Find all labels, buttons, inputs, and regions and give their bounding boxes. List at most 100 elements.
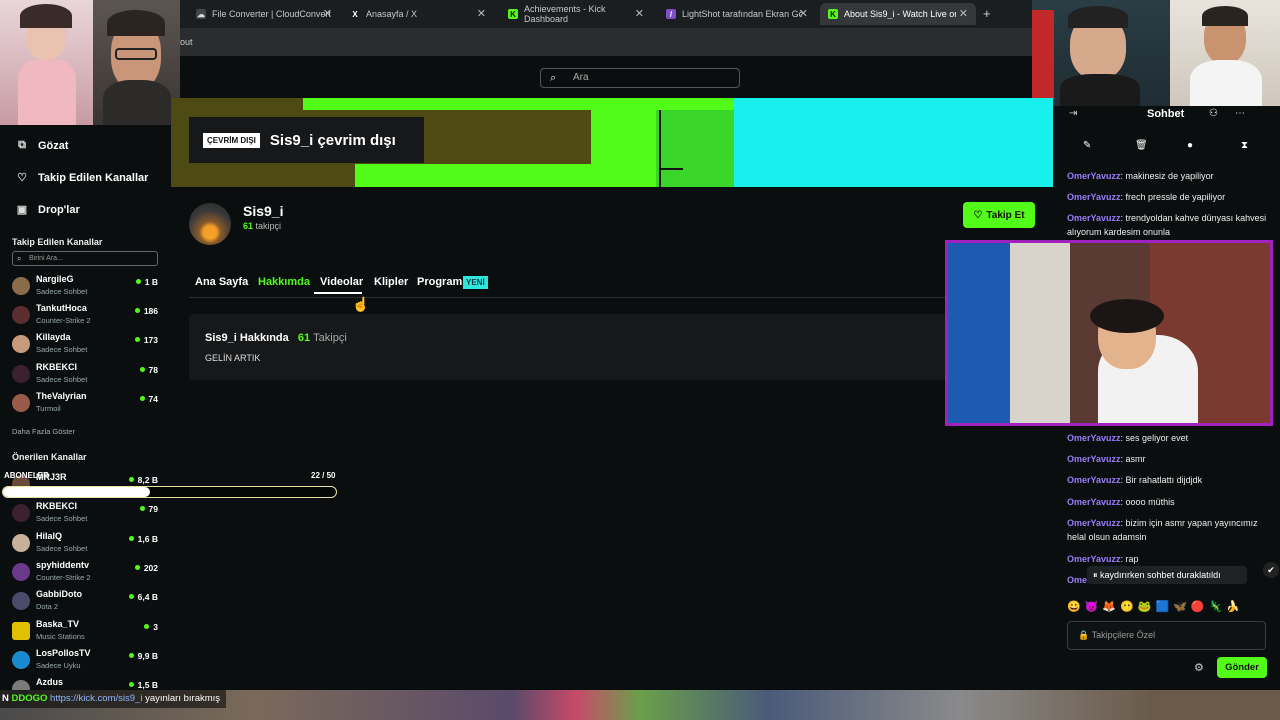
chat-message: OmerYavuzz: bizim için asmr yapan yayınc… bbox=[1067, 518, 1258, 542]
channel-name: Sis9_i bbox=[243, 203, 284, 219]
chat-input[interactable]: 🔒 Takipçilere Özel bbox=[1067, 621, 1266, 650]
ticker-link[interactable]: https://kick.com/sis9_i bbox=[50, 693, 142, 704]
viewer-count: 1,5 B bbox=[129, 680, 158, 690]
chat-input-placeholder: Takipçilere Özel bbox=[1091, 630, 1156, 640]
chat-username[interactable]: Ome bbox=[1067, 575, 1087, 585]
avatar bbox=[12, 563, 30, 581]
show-more-link[interactable]: Daha Fazla Göster bbox=[12, 427, 75, 436]
chat-text: ses geliyor evet bbox=[1125, 433, 1189, 443]
channel-item[interactable]: RKBEKCI Sadece Sohbet 79 bbox=[12, 500, 162, 528]
nav-label: Drop'lar bbox=[38, 203, 80, 216]
moderation-icon[interactable]: ✎ bbox=[1083, 140, 1091, 151]
channel-item[interactable]: TankutHoca Counter-Strike 2 186 bbox=[12, 302, 162, 330]
search-icon: ⌕ bbox=[550, 72, 557, 84]
chat-username[interactable]: OmerYavuzz bbox=[1067, 454, 1121, 464]
new-tab-button[interactable]: + bbox=[983, 6, 991, 21]
chat-username[interactable]: OmerYavuzz bbox=[1067, 213, 1121, 223]
sub-goal-label: ABONELER bbox=[4, 471, 49, 480]
chat-username[interactable]: OmerYavuzz bbox=[1067, 475, 1121, 485]
channel-category: Sadece Sohbet bbox=[36, 287, 88, 296]
recommended-heading: Önerilen Kanallar bbox=[12, 452, 87, 462]
channel-item[interactable]: spyhiddentv Counter-Strike 2 202 bbox=[12, 559, 162, 587]
channel-item[interactable]: Killayda Sadece Sohbet 173 bbox=[12, 331, 162, 359]
chat-message: OmerYavuzz: oooo müthis bbox=[1067, 497, 1175, 507]
trash-icon[interactable]: 🗑 bbox=[1135, 140, 1148, 151]
tab-about[interactable]: Hakkımda bbox=[258, 276, 310, 288]
chat-message: OmerYavuzz: Bir rahatlattı dijdjdk bbox=[1067, 475, 1203, 485]
tab-videos[interactable]: Videolar bbox=[320, 276, 363, 288]
tab-clips[interactable]: Klipler bbox=[374, 276, 408, 288]
nav-browse[interactable]: ⧉ Gözat bbox=[16, 139, 69, 152]
close-icon[interactable]: ✕ bbox=[323, 7, 332, 20]
channel-category: Dota 2 bbox=[36, 602, 59, 611]
about-text: GELİN ARTIK bbox=[205, 353, 261, 363]
webcam-4 bbox=[1170, 0, 1280, 108]
about-follower-label: Takipçi bbox=[313, 332, 347, 344]
nav-following[interactable]: ♡ Takip Edilen Kanallar bbox=[16, 171, 148, 185]
address-bar[interactable]: out bbox=[170, 28, 1032, 56]
viewer-count: 78 bbox=[140, 365, 158, 375]
channel-item[interactable]: Baska_TV Music Stations 3 bbox=[12, 618, 162, 646]
close-icon[interactable]: ✕ bbox=[959, 7, 968, 20]
settings-icon[interactable]: ⚙ bbox=[1194, 661, 1204, 674]
users-icon[interactable]: ⚇ bbox=[1209, 108, 1218, 119]
gift-icon: ▣ bbox=[16, 204, 28, 216]
chat-message: OmerYavuzz: makinesiz de yapiliyor bbox=[1067, 171, 1214, 181]
about-card: Sis9_i Hakkında 61 Takipçi GELİN ARTIK bbox=[189, 314, 949, 380]
channel-name: RKBEKCI bbox=[36, 501, 78, 511]
chat-username[interactable]: OmerYavuzz bbox=[1067, 554, 1121, 564]
follow-button[interactable]: ♡ Takip Et bbox=[963, 202, 1035, 228]
collapse-chat-icon[interactable]: ⇥ bbox=[1069, 108, 1077, 119]
viewer-count: 79 bbox=[140, 504, 158, 514]
close-icon[interactable]: ✕ bbox=[635, 7, 644, 20]
nav-drops[interactable]: ▣ Drop'lar bbox=[16, 203, 80, 217]
check-icon[interactable]: ✔ bbox=[1263, 562, 1279, 578]
tab-schedule[interactable]: Program bbox=[417, 276, 462, 288]
emote-row[interactable]: 😀😈🦊😶🐸🟦🦋🔴🦎🍌 bbox=[1067, 600, 1244, 613]
channel-item[interactable]: TheValyrian Turmoil 74 bbox=[12, 390, 162, 418]
channel-avatar[interactable] bbox=[189, 203, 231, 245]
channel-name: TankutHoca bbox=[36, 303, 87, 313]
webcam-1 bbox=[0, 0, 93, 125]
tab-title: File Converter | CloudConvert bbox=[212, 9, 331, 19]
chat-paused-notice[interactable]: ⏸ kaydırırken sohbet duraklatıldı bbox=[1087, 566, 1247, 584]
nav-label: Gözat bbox=[38, 139, 69, 152]
channel-item[interactable]: NargileG Sadece Sohbet 1 B bbox=[12, 273, 162, 301]
chat-username[interactable]: OmerYavuzz bbox=[1067, 171, 1121, 181]
close-icon[interactable]: ✕ bbox=[799, 7, 808, 20]
chat-username[interactable]: OmerYavuzz bbox=[1067, 497, 1121, 507]
avatar bbox=[12, 306, 30, 324]
close-icon[interactable]: ✕ bbox=[477, 7, 486, 20]
new-badge: YENİ bbox=[463, 276, 488, 289]
chat-username[interactable]: OmerYavuzz bbox=[1067, 192, 1121, 202]
channel-name: TheValyrian bbox=[36, 391, 87, 401]
kick-icon: K bbox=[508, 9, 518, 19]
channel-item[interactable]: GabbiDoto Dota 2 6,4 B bbox=[12, 588, 162, 616]
search-input[interactable]: ⌕ Ara bbox=[540, 68, 740, 88]
browser-tab[interactable]: X Anasayfa / X ✕ bbox=[342, 3, 494, 25]
chat-bubble-icon[interactable]: ● bbox=[1187, 140, 1193, 151]
avatar bbox=[12, 592, 30, 610]
chat-title: Sohbet bbox=[1147, 108, 1185, 120]
chat-username[interactable]: OmerYavuzz bbox=[1067, 433, 1121, 443]
browser-tab[interactable]: ☁ File Converter | CloudConvert ✕ bbox=[188, 3, 340, 25]
channel-item[interactable]: HilalQ Sadece Sohbet 1,6 B bbox=[12, 530, 162, 558]
channel-name: spyhiddentv bbox=[36, 560, 90, 570]
browser-tab-active[interactable]: K About Sis9_i - Watch Live on Ki ✕ bbox=[820, 3, 976, 25]
browser-tab[interactable]: / LightShot tarafından Ekran Gör ✕ bbox=[658, 3, 816, 25]
tab-home[interactable]: Ana Sayfa bbox=[195, 276, 248, 288]
browser-tab[interactable]: K Achievements - Kick Dashboard ✕ bbox=[500, 3, 652, 25]
paused-text: kaydırırken sohbet duraklatıldı bbox=[1100, 570, 1221, 580]
channel-item[interactable]: Azdus 1,5 B bbox=[12, 676, 162, 690]
channel-item[interactable]: RKBEKCI Sadece Sohbet 78 bbox=[12, 361, 162, 389]
webcam-3 bbox=[1032, 0, 1170, 108]
viewer-count: 3 bbox=[144, 622, 158, 632]
channel-item[interactable]: LosPollosTV Sadece Uyku 9,9 B bbox=[12, 647, 162, 675]
more-icon[interactable]: ⋯ bbox=[1235, 108, 1245, 119]
channel-name: Baska_TV bbox=[36, 619, 80, 629]
channel-category: Music Stations bbox=[36, 632, 85, 641]
chat-username[interactable]: OmerYavuzz bbox=[1067, 518, 1121, 528]
timer-icon[interactable]: ⧗ bbox=[1241, 140, 1248, 151]
channel-search-input[interactable]: ⌕ Birini Ara... bbox=[12, 251, 158, 266]
send-button[interactable]: Gönder bbox=[1217, 657, 1267, 678]
